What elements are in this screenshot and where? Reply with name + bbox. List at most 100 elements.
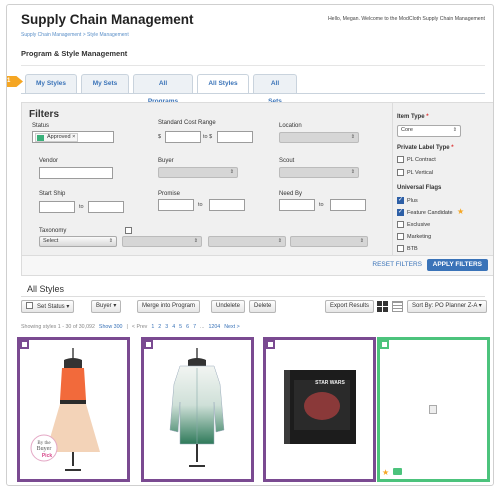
tab-all-programs[interactable]: All Programs (133, 74, 193, 105)
select-all-checkbox[interactable] (26, 302, 33, 309)
cardigan-image (169, 348, 225, 467)
welcome-text: Hello, Megan. Welcome to the ModCloth Su… (327, 16, 485, 22)
location-select[interactable]: ⇕ (279, 132, 359, 143)
tab-my-styles[interactable]: My Styles (25, 74, 77, 93)
sort-label: Sort By: PO Planner Z-A (412, 303, 478, 309)
btb-label: BTB (407, 246, 418, 252)
page-ellipsis: ... (200, 324, 205, 330)
currency-symbol: $ (158, 134, 162, 140)
breadcrumb[interactable]: Supply Chain Management > Style Manageme… (21, 32, 129, 38)
promise-label: Promise (158, 191, 181, 197)
tab-all-styles[interactable]: All Styles (197, 74, 249, 94)
status-input[interactable]: Approved × (32, 131, 114, 143)
page-link[interactable]: 3 (165, 324, 168, 330)
next-link[interactable]: Next > (224, 324, 239, 330)
taxonomy-select-3[interactable]: ⇕ (208, 236, 286, 247)
pl-contract-checkbox[interactable] (397, 156, 404, 163)
buyer-button[interactable]: Buyer ▾ (91, 300, 122, 313)
buyer-button-label: Buyer (96, 303, 112, 309)
star-icon: ★ (382, 468, 390, 477)
item-type-select[interactable]: Core ⇕ (397, 125, 461, 137)
cost-to-label: to $ (203, 134, 213, 140)
taxonomy-label: Taxonomy (39, 228, 67, 234)
tab-bar: My Styles My Sets All Programs All Style… (25, 74, 297, 105)
exclusive-checkbox[interactable] (397, 221, 404, 228)
taxonomy-select[interactable]: Select ⇕ (39, 236, 117, 247)
close-icon[interactable]: × (72, 134, 75, 140)
undelete-button[interactable]: Undelete (211, 300, 246, 313)
merge-button[interactable]: Merge into Program (137, 300, 201, 313)
card-select-checkbox[interactable] (380, 340, 389, 349)
vendor-input[interactable] (39, 167, 113, 179)
show-300-link[interactable]: Show 300 (99, 324, 123, 330)
right-filter-panel: Item Type * Core ⇕ Private Label Type * P… (392, 103, 493, 257)
pl-contract-label: PL Contract (407, 157, 436, 163)
scout-label: Scout (279, 158, 295, 164)
taxonomy-value: Select (43, 238, 59, 244)
start-ship-until[interactable] (88, 201, 124, 213)
list-view-icon[interactable] (392, 301, 403, 312)
apply-filters-button[interactable]: APPLY FILTERS (426, 259, 488, 271)
export-button[interactable]: Export Results (325, 300, 375, 313)
reset-filters-button[interactable]: RESET FILTERS (372, 261, 422, 268)
promise-from[interactable] (158, 199, 194, 211)
status-chip[interactable]: Approved × (35, 133, 79, 142)
scout-select[interactable]: ⇕ (279, 167, 359, 178)
promise-until[interactable] (209, 199, 245, 211)
pl-vertical-checkbox[interactable] (397, 169, 404, 176)
prev-link[interactable]: < Prev (132, 324, 147, 330)
item-type-value: Core (401, 127, 413, 133)
plus-checkbox[interactable] (397, 196, 404, 204)
star-icon: ★ (457, 207, 465, 216)
cost-min-input[interactable] (165, 131, 201, 143)
updown-icon: ⇕ (452, 127, 457, 133)
tab-my-sets[interactable]: My Sets (81, 74, 129, 93)
status-chip-label: Approved (47, 134, 71, 140)
need-by-label: Need By (279, 191, 303, 197)
filters-action-bar: RESET FILTERS APPLY FILTERS (22, 255, 493, 275)
tab-all-sets[interactable]: All Sets (253, 74, 297, 105)
status-label: Status (32, 123, 50, 129)
badge-line-2: Buyer (37, 446, 52, 452)
plus-label: Plus (407, 198, 418, 204)
grid-view-icon[interactable] (377, 301, 388, 312)
need-by-from[interactable] (279, 199, 315, 211)
page-link[interactable]: 4 (172, 324, 175, 330)
start-ship-from[interactable] (39, 201, 75, 213)
delete-button[interactable]: Delete (249, 300, 277, 313)
private-label-text: Private Label Type (397, 145, 450, 151)
set-status-label: Set Status (37, 304, 65, 310)
btb-checkbox[interactable] (397, 245, 404, 252)
filters-panel: Filters Status Approved × Standard Cost … (21, 102, 493, 276)
taxonomy-select-4[interactable]: ⇕ (290, 236, 368, 247)
feature-candidate-checkbox[interactable] (397, 208, 404, 216)
page-link[interactable]: 2 (158, 324, 161, 330)
page-link[interactable]: 1 (151, 324, 154, 330)
updown-icon: ⇕ (108, 238, 113, 244)
filters-title: Filters (29, 109, 60, 120)
taxonomy-select-2[interactable]: ⇕ (122, 236, 202, 247)
buyer-select[interactable]: ⇕ (158, 167, 238, 178)
style-card[interactable]: ★ (377, 337, 490, 482)
style-card[interactable]: STAR WARS (263, 337, 376, 482)
set-status-button[interactable]: Set Status ▾ (21, 300, 75, 313)
chevron-down-icon[interactable]: ⌄ (164, 15, 171, 24)
marketing-checkbox[interactable] (397, 233, 404, 240)
marketing-label: Marketing (407, 234, 432, 240)
page-link[interactable]: 6 (186, 324, 189, 330)
taxonomy-checkbox[interactable] (125, 227, 132, 234)
style-card[interactable] (141, 337, 254, 482)
page-link[interactable]: 5 (179, 324, 182, 330)
location-label: Location (279, 123, 302, 129)
updown-icon: ⇕ (229, 169, 234, 175)
cost-label: Standard Cost Range (158, 120, 216, 126)
need-by-until[interactable] (330, 199, 366, 211)
universal-flags-label: Universal Flags (397, 185, 442, 191)
page-link[interactable]: 1204 (208, 324, 220, 330)
sort-select[interactable]: Sort By: PO Planner Z-A ▾ (407, 300, 487, 313)
style-card[interactable]: By the Buyer Pick (17, 337, 130, 482)
item-type-label-text: Item Type (397, 114, 425, 120)
cost-max-input[interactable] (217, 131, 253, 143)
page-link[interactable]: 7 (193, 324, 196, 330)
required-mark: * (451, 145, 454, 151)
